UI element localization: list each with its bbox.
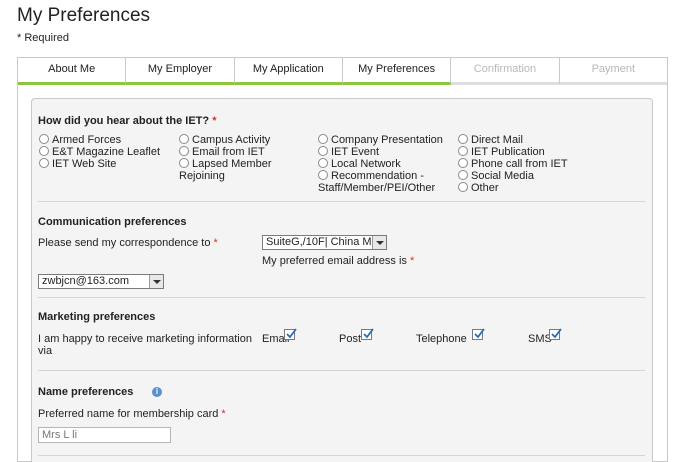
option-phone-call-from-iet[interactable]: Phone call from IET — [458, 158, 568, 170]
tab-payment: Payment — [559, 58, 667, 85]
tab-about-me[interactable]: About Me — [18, 58, 127, 85]
correspondence-address-select[interactable]: SuiteG,/10F| China Mi — [262, 235, 387, 250]
required-note: * Required — [17, 32, 69, 44]
tab-confirmation: Confirmation — [451, 58, 560, 85]
radio-button[interactable] — [318, 170, 328, 180]
radio-button[interactable] — [318, 158, 328, 168]
email-select[interactable]: zwbjcn@163.com — [38, 274, 164, 289]
email-checkbox[interactable] — [284, 328, 297, 340]
option-lapsed-member[interactable]: Lapsed Member — [179, 158, 272, 170]
correspondence-label: Please send my correspondence to * — [38, 237, 218, 249]
radio-button[interactable] — [179, 146, 189, 156]
option-iet-event[interactable]: IET Event — [318, 146, 379, 158]
option-local-network[interactable]: Local Network — [318, 158, 401, 170]
option-iet-publication[interactable]: IET Publication — [458, 146, 545, 158]
communication-title: Communication preferences — [38, 216, 187, 228]
section-divider — [38, 455, 645, 456]
tab-my-application[interactable]: My Application — [234, 58, 343, 85]
section-divider — [38, 370, 645, 371]
option-email-from-iet[interactable]: Email from IET — [179, 146, 265, 158]
telephone-checkbox[interactable] — [472, 328, 485, 340]
radio-button[interactable] — [179, 134, 189, 144]
marketing-label-line2: via — [38, 345, 53, 357]
chevron-down-icon[interactable] — [149, 275, 163, 288]
tab-my-preferences[interactable]: My Preferences — [342, 58, 452, 85]
membership-card-name-input[interactable] — [38, 427, 171, 443]
hear-about-question: How did you hear about the IET? * — [38, 115, 217, 127]
radio-button[interactable] — [39, 134, 49, 144]
radio-button[interactable] — [179, 158, 189, 168]
option-et-magazine-leaflet[interactable]: E&T Magazine Leaflet — [39, 146, 160, 158]
required-mark: * — [213, 237, 218, 249]
option-direct-mail[interactable]: Direct Mail — [458, 134, 523, 146]
post-checkbox[interactable] — [361, 328, 374, 340]
marketing-label: I am happy to receive marketing informat… — [38, 333, 252, 345]
radio-button[interactable] — [458, 146, 468, 156]
option-other[interactable]: Other — [458, 182, 499, 194]
name-preferences-title: Name preferences — [38, 386, 134, 398]
radio-button[interactable] — [458, 134, 468, 144]
option-social-media[interactable]: Social Media — [458, 170, 534, 182]
telephone-channel-label: Telephone — [416, 333, 467, 345]
required-mark: * — [212, 115, 217, 127]
option-company-presentation[interactable]: Company Presentation — [318, 134, 443, 146]
radio-button[interactable] — [39, 158, 49, 168]
required-mark: * — [221, 408, 226, 420]
check-icon — [474, 328, 485, 339]
radio-button[interactable] — [458, 182, 468, 192]
page-title: My Preferences — [17, 5, 151, 26]
option-iet-web-site[interactable]: IET Web Site — [39, 158, 116, 170]
required-mark: * — [409, 255, 415, 267]
section-divider — [38, 297, 645, 298]
check-icon — [286, 328, 297, 339]
option-lapsed-member-line2: Rejoining — [179, 170, 225, 182]
radio-button[interactable] — [458, 170, 468, 180]
check-icon — [363, 328, 374, 339]
radio-button[interactable] — [318, 134, 328, 144]
option-recommendation[interactable]: Recommendation - — [318, 170, 424, 182]
option-campus-activity[interactable]: Campus Activity — [179, 134, 270, 146]
check-icon — [551, 328, 562, 339]
radio-button[interactable] — [458, 158, 468, 168]
membership-card-name-label: Preferred name for membership card * — [38, 408, 226, 420]
info-icon[interactable]: i — [152, 387, 162, 397]
section-divider — [38, 201, 645, 202]
radio-button[interactable] — [39, 146, 49, 156]
radio-button[interactable] — [318, 146, 328, 156]
option-armed-forces[interactable]: Armed Forces — [39, 134, 121, 146]
marketing-title: Marketing preferences — [38, 311, 156, 323]
tab-my-employer[interactable]: My Employer — [126, 58, 235, 85]
wizard-tabs: About Me My Employer My Application My P… — [17, 57, 668, 85]
sms-checkbox[interactable] — [549, 328, 562, 340]
option-recommendation-line2: Staff/Member/PEI/Other — [318, 182, 436, 194]
post-channel-label: Post — [339, 333, 362, 345]
email-label: My preferred email address is * — [262, 255, 415, 267]
chevron-down-icon[interactable] — [372, 236, 386, 249]
